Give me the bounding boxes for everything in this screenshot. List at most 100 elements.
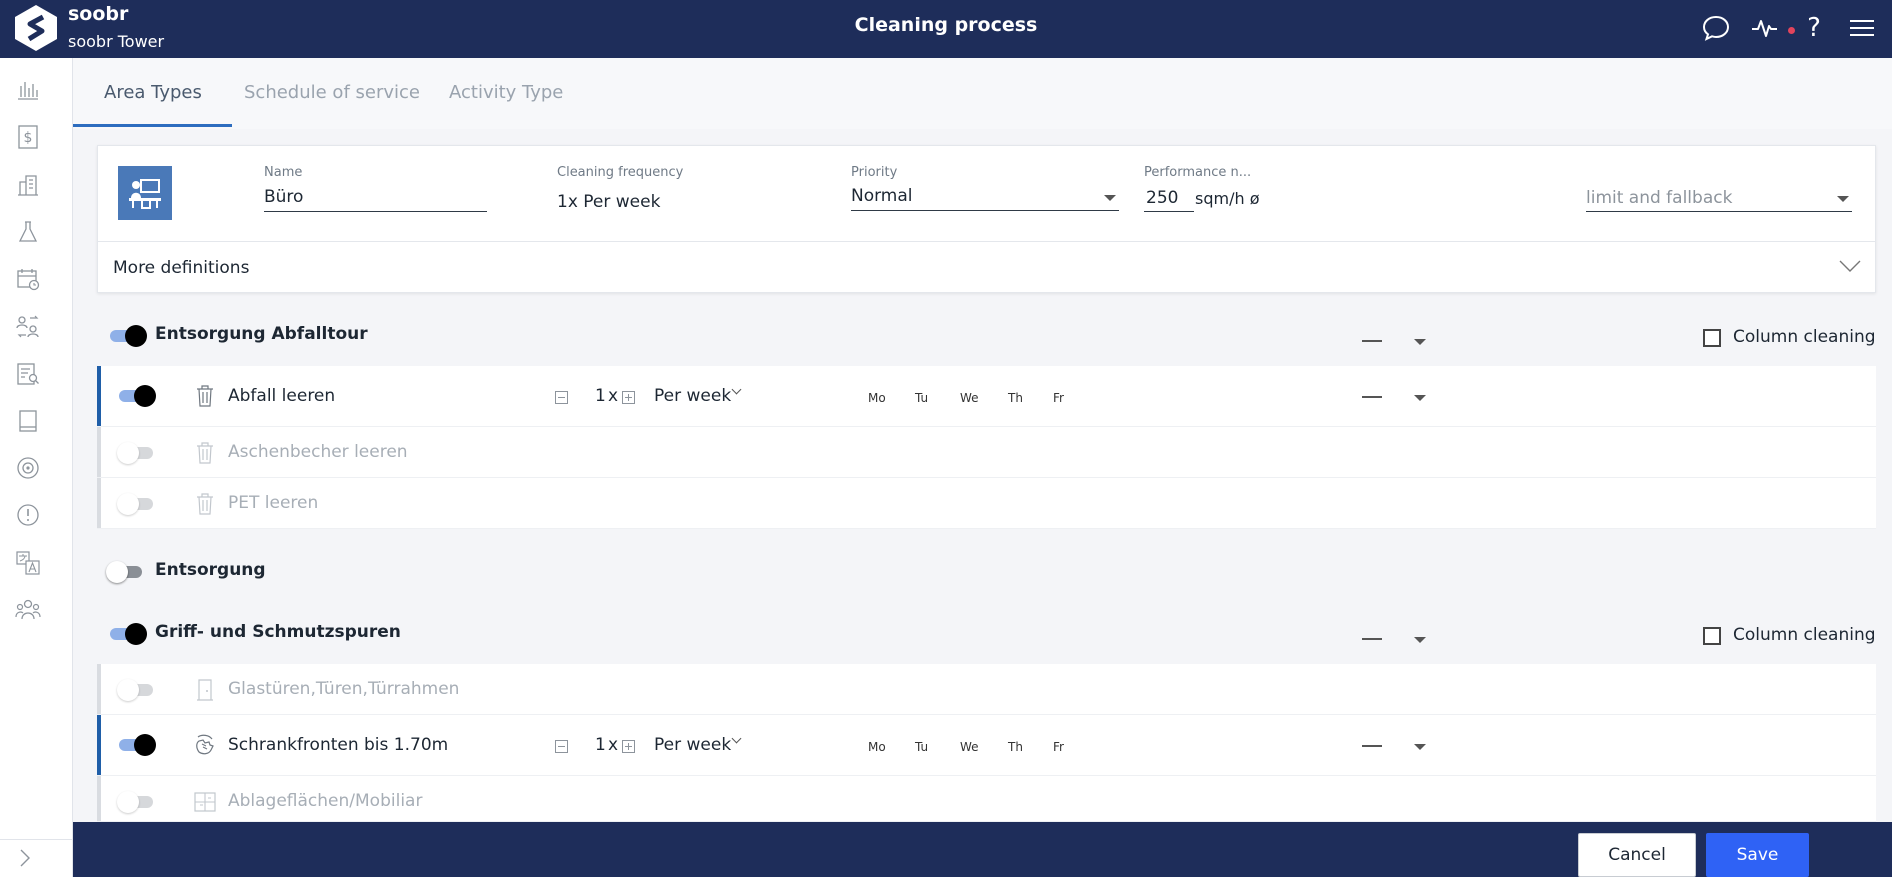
building-icon[interactable] <box>14 171 42 199</box>
swap-users-icon[interactable] <box>14 313 42 341</box>
chevron-down-icon[interactable] <box>731 733 742 744</box>
alert-icon[interactable] <box>14 501 42 529</box>
door-icon <box>194 678 216 702</box>
activity-toggle[interactable] <box>117 679 155 701</box>
day-thursday[interactable]: Th <box>1008 391 1023 405</box>
shelf-icon <box>194 790 216 814</box>
save-button[interactable]: Save <box>1706 833 1809 877</box>
decrement-icon[interactable] <box>555 391 568 404</box>
soobr-logo-icon[interactable] <box>12 3 60 53</box>
cleaning-frequency-label: Cleaning frequency <box>557 165 684 180</box>
target-icon[interactable] <box>14 454 42 482</box>
activity-label: Schrankfronten bis 1.70m <box>228 735 449 755</box>
activity-label: Abfall leeren <box>228 386 336 406</box>
group-toggle-entsorgung-abfalltour[interactable] <box>108 325 147 347</box>
activity-label: PET leeren <box>228 493 319 513</box>
frequency-count-suffix: x <box>608 386 619 406</box>
group-toggle-entsorgung[interactable] <box>106 561 144 583</box>
dash-icon <box>1362 638 1382 640</box>
group-title: Griff- und Schmutzspuren <box>155 622 401 642</box>
activity-row-pet-leeren: PET leeren <box>97 478 1876 529</box>
tab-bar: Area Types Schedule of service Activity … <box>73 58 1892 129</box>
tab-schedule-of-service[interactable]: Schedule of service <box>244 82 420 103</box>
day-friday[interactable]: Fr <box>1053 740 1064 754</box>
dash-icon <box>1362 340 1382 342</box>
day-wednesday[interactable]: We <box>960 740 979 754</box>
frequency-period-select[interactable]: Per week <box>654 735 731 755</box>
activity-row-schrankfronten: Schrankfronten bis 1.70m 1 x Per week Mo… <box>97 715 1876 776</box>
site-name[interactable]: soobr Tower <box>68 32 164 51</box>
area-type-card: Name Büro Cleaning frequency 1x Per week… <box>97 145 1876 293</box>
activity-toggle[interactable] <box>117 493 155 515</box>
caret-down-icon[interactable] <box>1414 637 1426 643</box>
decrement-icon[interactable] <box>555 740 568 753</box>
tab-activity-type[interactable]: Activity Type <box>449 82 563 103</box>
day-wednesday[interactable]: We <box>960 391 979 405</box>
caret-down-icon[interactable] <box>1414 744 1426 750</box>
activity-toggle[interactable] <box>117 734 156 756</box>
group-toggle-griff-und-schmutzspuren[interactable] <box>108 623 147 645</box>
office-desk-icon <box>118 166 172 220</box>
more-definitions-row[interactable]: More definitions <box>98 241 1875 293</box>
increment-icon[interactable] <box>622 740 635 753</box>
dash-icon <box>1362 745 1382 747</box>
sidebar-footer <box>0 839 73 877</box>
flask-icon[interactable] <box>14 218 42 246</box>
bar-chart-icon[interactable] <box>14 76 42 104</box>
group-title: Entsorgung <box>155 560 266 580</box>
day-tuesday[interactable]: Tu <box>915 740 928 754</box>
activity-row-abfall-leeren: Abfall leeren 1 x Per week Mo Tu We Th F… <box>97 366 1876 427</box>
frequency-count-suffix: x <box>608 735 619 755</box>
checklist-search-icon[interactable] <box>14 360 42 388</box>
activity-toggle[interactable] <box>117 385 156 407</box>
book-icon[interactable] <box>14 407 42 435</box>
activity-icon[interactable] <box>1749 12 1781 44</box>
column-cleaning-checkbox[interactable] <box>1703 627 1721 645</box>
name-field[interactable]: Büro <box>264 187 303 207</box>
priority-label: Priority <box>851 165 898 180</box>
activity-label: Ablageflächen/Mobiliar <box>228 791 423 811</box>
calendar-clock-icon[interactable] <box>14 265 42 293</box>
help-icon[interactable]: ? <box>1798 12 1830 44</box>
trash-icon <box>194 492 216 516</box>
dollar-icon[interactable]: $ <box>14 123 42 151</box>
activity-toggle[interactable] <box>117 442 155 464</box>
priority-select[interactable]: Normal <box>851 186 913 206</box>
caret-down-icon[interactable] <box>1104 195 1116 201</box>
chevron-down-icon[interactable] <box>731 384 742 395</box>
performance-unit: sqm/h ø <box>1195 189 1260 208</box>
column-cleaning-label: Column cleaning <box>1733 327 1876 347</box>
caret-down-icon[interactable] <box>1414 339 1426 345</box>
page-title: Cleaning process <box>854 14 1038 36</box>
limit-fallback-select[interactable]: limit and fallback <box>1586 188 1732 208</box>
frequency-count: 1 <box>595 386 606 406</box>
day-monday[interactable]: Mo <box>868 740 886 754</box>
frequency-period-select[interactable]: Per week <box>654 386 731 406</box>
chevron-right-icon[interactable] <box>18 849 32 867</box>
performance-label: Performance n... <box>1144 165 1252 180</box>
column-cleaning-checkbox[interactable] <box>1703 329 1721 347</box>
more-definitions-label: More definitions <box>113 258 250 278</box>
chevron-down-icon[interactable] <box>1838 258 1862 274</box>
performance-input[interactable]: 250 <box>1146 188 1178 208</box>
day-tuesday[interactable]: Tu <box>915 391 928 405</box>
activity-row-aschenbecher-leeren: Aschenbecher leeren <box>97 427 1876 478</box>
cancel-button[interactable]: Cancel <box>1578 833 1696 877</box>
day-thursday[interactable]: Th <box>1008 740 1023 754</box>
activity-label: Aschenbecher leeren <box>228 442 408 462</box>
translate-icon[interactable] <box>14 549 42 577</box>
day-monday[interactable]: Mo <box>868 391 886 405</box>
team-icon[interactable] <box>14 596 42 624</box>
increment-icon[interactable] <box>622 391 635 404</box>
menu-icon[interactable] <box>1846 12 1878 44</box>
svg-text:$: $ <box>24 130 33 146</box>
caret-down-icon[interactable] <box>1414 395 1426 401</box>
chat-icon[interactable] <box>1700 12 1732 44</box>
day-friday[interactable]: Fr <box>1053 391 1064 405</box>
name-label: Name <box>264 165 303 180</box>
active-tab-indicator <box>73 124 232 127</box>
hand-wipe-icon <box>194 733 216 757</box>
activity-toggle[interactable] <box>117 791 155 813</box>
caret-down-icon[interactable] <box>1837 196 1849 202</box>
tab-area-types[interactable]: Area Types <box>104 82 202 103</box>
